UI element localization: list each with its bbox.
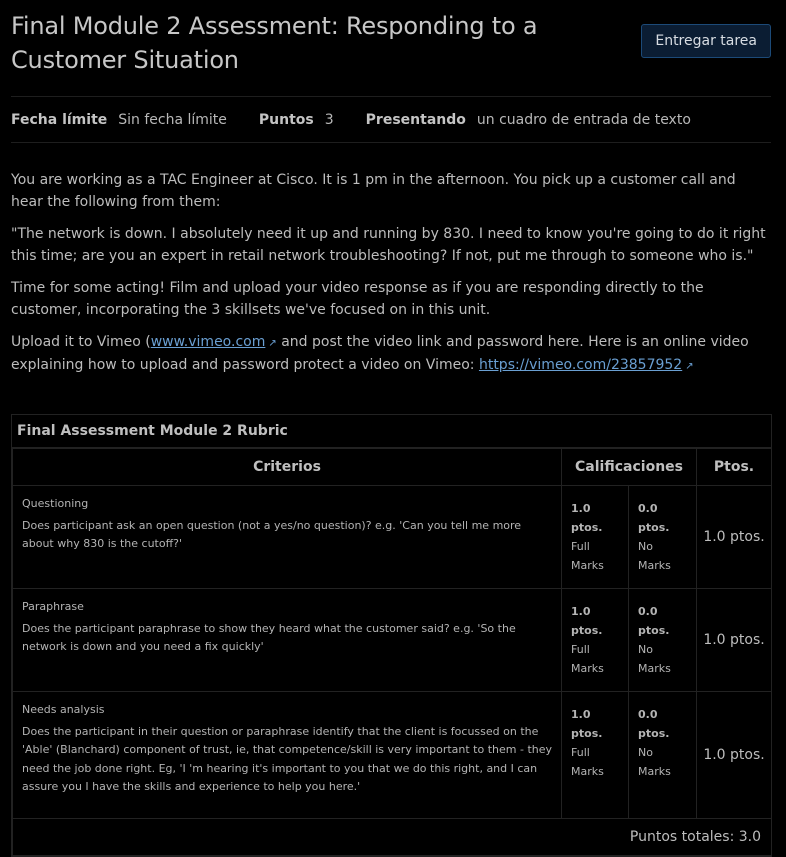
- description-paragraph: Time for some acting! Film and upload yo…: [11, 280, 704, 318]
- criterion-name: Questioning: [22, 497, 89, 510]
- ratings-header: Calificaciones: [560, 448, 698, 486]
- criterion-points: 1.0 ptos.: [696, 691, 773, 819]
- rating-description: Full Marks: [571, 643, 604, 675]
- rating-none: 0.0 ptos. No Marks: [627, 588, 698, 692]
- vimeo-link[interactable]: www.vimeo.com: [151, 334, 266, 350]
- external-link-icon: ↗: [685, 360, 694, 372]
- rating-full: 1.0 ptos. Full Marks: [561, 588, 629, 692]
- assignment-description: You are working as a TAC Engineer at Cis…: [11, 170, 771, 388]
- criterion-cell: Paraphrase Does the participant paraphra…: [12, 588, 562, 692]
- criterion-name: Needs analysis: [22, 703, 105, 716]
- rating-points: 1.0 ptos.: [571, 605, 603, 637]
- rating-full: 1.0 ptos. Full Marks: [561, 485, 629, 589]
- rating-none: 0.0 ptos. No Marks: [627, 691, 698, 819]
- rating-description: No Marks: [638, 746, 671, 778]
- rating-points: 0.0 ptos.: [638, 605, 670, 637]
- points-label: Puntos: [258, 112, 314, 128]
- criterion-cell: Questioning Does participant ask an open…: [12, 485, 562, 589]
- points-header: Ptos.: [696, 448, 773, 486]
- vimeo-video-link[interactable]: https://vimeo.com/23857952: [479, 357, 682, 373]
- submitting-value: un cuadro de entrada de texto: [476, 112, 691, 128]
- due-label: Fecha límite: [11, 112, 108, 128]
- rating-description: No Marks: [638, 540, 671, 572]
- rubric-total-row: Puntos totales: 3.0: [11, 818, 773, 856]
- divider: [11, 96, 771, 97]
- rubric-title: Final Assessment Module 2 Rubric: [12, 415, 771, 448]
- rating-full: 1.0 ptos. Full Marks: [561, 691, 629, 819]
- rubric-table: Criterios Calificaciones Ptos. Questioni…: [11, 448, 773, 856]
- page-title: Final Module 2 Assessment: Responding to…: [11, 12, 538, 74]
- criterion-description: Does the participant in their question o…: [22, 724, 553, 794]
- rating-points: 1.0 ptos.: [571, 708, 603, 740]
- description-paragraph: Upload it to Vimeo (www.vimeo.com ↗ and p…: [11, 332, 771, 377]
- rating-description: No Marks: [638, 643, 671, 675]
- rubric-row: Paraphrase Does the participant paraphra…: [12, 588, 773, 692]
- rating-points: 0.0 ptos.: [638, 502, 670, 534]
- rating-description: Full Marks: [571, 540, 604, 572]
- submitting-label: Presentando: [365, 112, 466, 128]
- rubric-row: Needs analysis Does the participant in t…: [12, 691, 773, 819]
- rating-description: Full Marks: [571, 746, 604, 778]
- criterion-name: Paraphrase: [22, 600, 84, 613]
- criterion-points: 1.0 ptos.: [696, 588, 773, 692]
- due-value: Sin fecha límite: [118, 112, 227, 128]
- rubric-total: Puntos totales: 3.0: [11, 818, 773, 856]
- assignment-details: Fecha límite Sin fecha límite Puntos 3 P…: [11, 110, 691, 130]
- description-paragraph: You are working as a TAC Engineer at Cis…: [11, 172, 736, 210]
- criteria-header: Criterios: [12, 448, 562, 486]
- rubric-header-row: Criterios Calificaciones Ptos.: [12, 448, 773, 486]
- rubric-row: Questioning Does participant ask an open…: [12, 485, 773, 589]
- external-link-icon: ↗: [268, 338, 277, 349]
- criterion-cell: Needs analysis Does the participant in t…: [12, 691, 562, 819]
- criterion-points: 1.0 ptos.: [696, 485, 773, 589]
- rubric: Final Assessment Module 2 Rubric Criteri…: [11, 414, 773, 857]
- points-value: 3: [324, 112, 334, 128]
- criterion-description: Does participant ask an open question (n…: [22, 518, 522, 551]
- criterion-description: Does the participant paraphrase to show …: [22, 621, 516, 654]
- upload-text-start: Upload it to Vimeo (: [11, 334, 151, 350]
- submit-assignment-button[interactable]: Entregar tarea: [641, 24, 771, 58]
- description-quote: "The network is down. I absolutely need …: [11, 226, 766, 264]
- rating-points: 0.0 ptos.: [638, 708, 670, 740]
- divider: [11, 142, 771, 143]
- rating-none: 0.0 ptos. No Marks: [627, 485, 698, 589]
- assignment-header: Final Module 2 Assessment: Responding to…: [11, 9, 771, 79]
- rating-points: 1.0 ptos.: [571, 502, 603, 534]
